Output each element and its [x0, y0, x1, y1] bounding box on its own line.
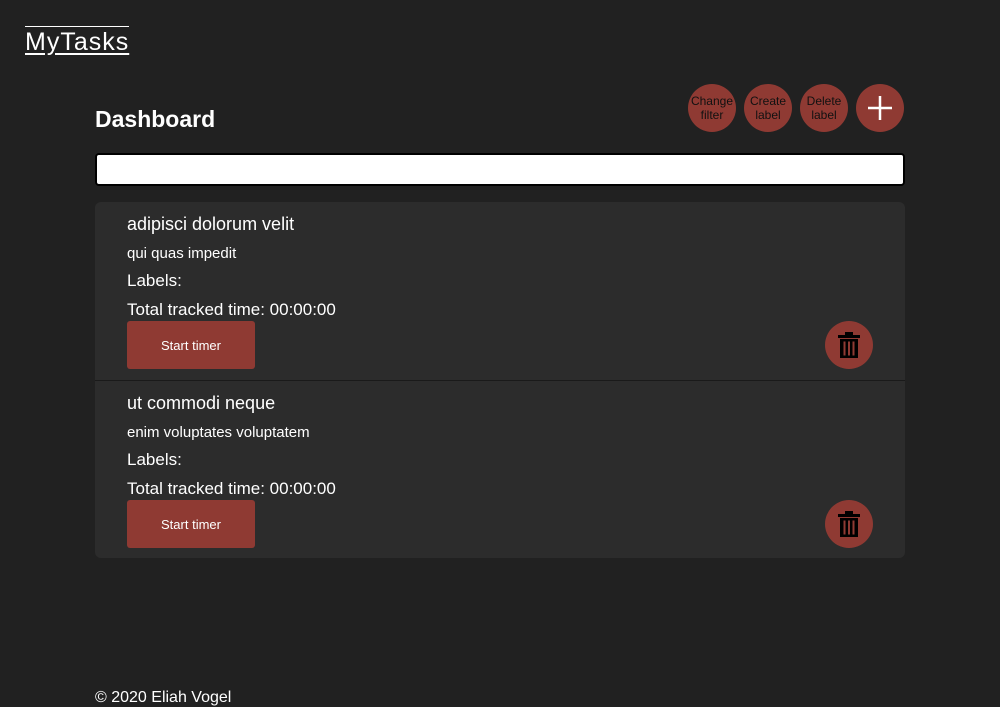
footer-copyright: © 2020 Eliah Vogel: [95, 689, 232, 706]
task-tracked-time: Total tracked time: 00:00:00: [127, 300, 336, 319]
task-title: adipisci dolorum velit: [127, 214, 295, 234]
task-labels: Labels:: [127, 450, 182, 469]
task-card: ut commodi neque enim voluptates volupta…: [95, 380, 905, 558]
app-page: MyTasks Dashboard Change filter Create l…: [0, 0, 1000, 707]
brand-link[interactable]: MyTasks: [25, 26, 130, 57]
task-tracked-time: Total tracked time: 00:00:00: [127, 479, 336, 498]
task-description: enim voluptates voluptatem: [127, 424, 310, 441]
change-filter-button[interactable]: Change filter: [688, 84, 736, 132]
search-input[interactable]: [95, 153, 905, 186]
task-labels: Labels:: [127, 271, 182, 290]
delete-label-button[interactable]: Delete label: [800, 84, 848, 132]
task-card: adipisci dolorum velit qui quas impedit …: [95, 202, 905, 380]
dashboard-actions: Change filter Create label Delete label: [688, 84, 904, 132]
create-label-button[interactable]: Create label: [744, 84, 792, 132]
start-timer-button[interactable]: Start timer: [127, 500, 255, 548]
task-title: ut commodi neque: [127, 393, 276, 413]
trash-icon: [838, 511, 860, 537]
start-timer-button[interactable]: Start timer: [127, 321, 255, 369]
delete-task-button[interactable]: [825, 500, 873, 548]
task-list: adipisci dolorum velit qui quas impedit …: [95, 202, 905, 558]
add-task-button[interactable]: [856, 84, 904, 132]
plus-icon: [868, 96, 892, 120]
task-description: qui quas impedit: [127, 245, 237, 262]
trash-icon: [838, 332, 860, 358]
page-title: Dashboard: [95, 106, 216, 132]
delete-task-button[interactable]: [825, 321, 873, 369]
